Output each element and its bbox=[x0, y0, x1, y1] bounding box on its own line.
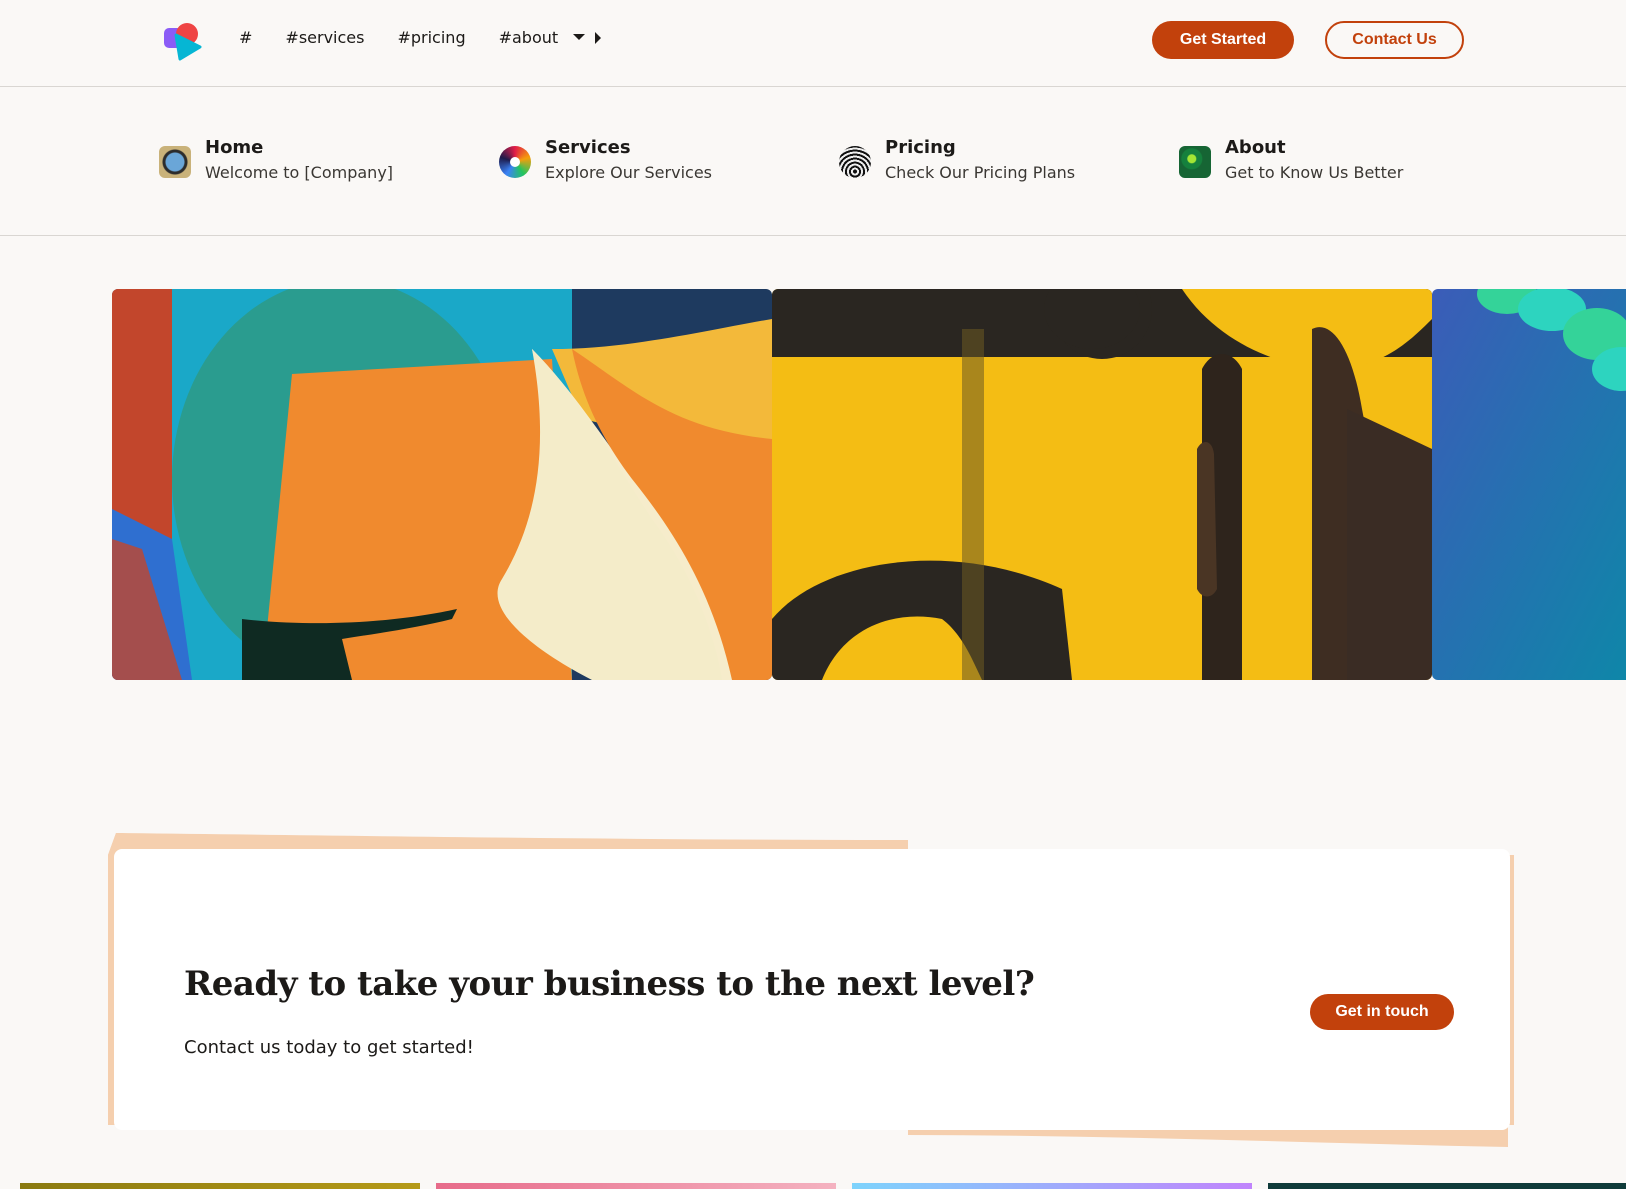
submenu-item-desc: Explore Our Services bbox=[545, 163, 712, 182]
submenu-item-desc: Welcome to [Company] bbox=[205, 163, 394, 182]
nav-link-pricing[interactable]: #pricing bbox=[397, 28, 465, 47]
cta-card: Ready to take your business to the next … bbox=[114, 849, 1510, 1130]
chevron-down-icon[interactable] bbox=[573, 33, 586, 40]
services-thumbnail-icon bbox=[499, 146, 531, 178]
primary-nav: # #services #pricing #about bbox=[239, 28, 602, 47]
nav-link-services[interactable]: #services bbox=[285, 28, 364, 47]
brand-logo-icon[interactable] bbox=[162, 21, 202, 61]
submenu-item-services[interactable]: Services Explore Our Services bbox=[499, 136, 712, 186]
yellow-texture-image bbox=[772, 289, 1432, 680]
home-thumbnail-icon bbox=[159, 146, 191, 178]
cta-section: Ready to take your business to the next … bbox=[108, 825, 1516, 1150]
cta-heading: Ready to take your business to the next … bbox=[184, 964, 1035, 1004]
submenu-item-desc: Check Our Pricing Plans bbox=[885, 163, 1076, 182]
submenu-item-title: Services bbox=[545, 137, 631, 158]
gallery-thumbnail[interactable] bbox=[20, 1183, 420, 1189]
abstract-mural-image bbox=[112, 289, 772, 680]
get-started-button[interactable]: Get Started bbox=[1152, 21, 1294, 59]
blue-gradient-image bbox=[1432, 289, 1626, 680]
carousel-slide[interactable] bbox=[112, 289, 772, 680]
image-carousel[interactable] bbox=[0, 289, 1626, 680]
submenu-item-desc: Get to Know Us Better bbox=[1225, 163, 1404, 182]
pricing-thumbnail-icon bbox=[839, 146, 871, 178]
carousel-slide[interactable] bbox=[1432, 289, 1626, 680]
chevron-right-icon[interactable] bbox=[595, 31, 602, 44]
gallery-thumbnail[interactable] bbox=[1268, 1183, 1626, 1189]
submenu-item-pricing[interactable]: Pricing Check Our Pricing Plans bbox=[839, 136, 1075, 186]
contact-us-button[interactable]: Contact Us bbox=[1325, 21, 1464, 59]
get-in-touch-button[interactable]: Get in touch bbox=[1310, 994, 1454, 1030]
submenu-item-title: Home bbox=[205, 137, 264, 158]
top-navbar: # #services #pricing #about Get Started … bbox=[0, 0, 1626, 87]
submenu-item-home[interactable]: Home Welcome to [Company] bbox=[159, 136, 393, 186]
submenu-item-about[interactable]: About Get to Know Us Better bbox=[1179, 136, 1403, 186]
about-thumbnail-icon bbox=[1179, 146, 1211, 178]
submenu-panel: Home Welcome to [Company] Services Explo… bbox=[0, 88, 1626, 236]
carousel-slide[interactable] bbox=[772, 289, 1432, 680]
gallery-thumbnail[interactable] bbox=[436, 1183, 836, 1189]
submenu-item-title: Pricing bbox=[885, 137, 956, 158]
cta-subtext: Contact us today to get started! bbox=[184, 1037, 474, 1058]
nav-link-about[interactable]: #about bbox=[499, 28, 559, 47]
nav-link-home[interactable]: # bbox=[239, 28, 252, 47]
submenu-item-title: About bbox=[1225, 137, 1286, 158]
gallery-thumbnail[interactable] bbox=[852, 1183, 1252, 1189]
